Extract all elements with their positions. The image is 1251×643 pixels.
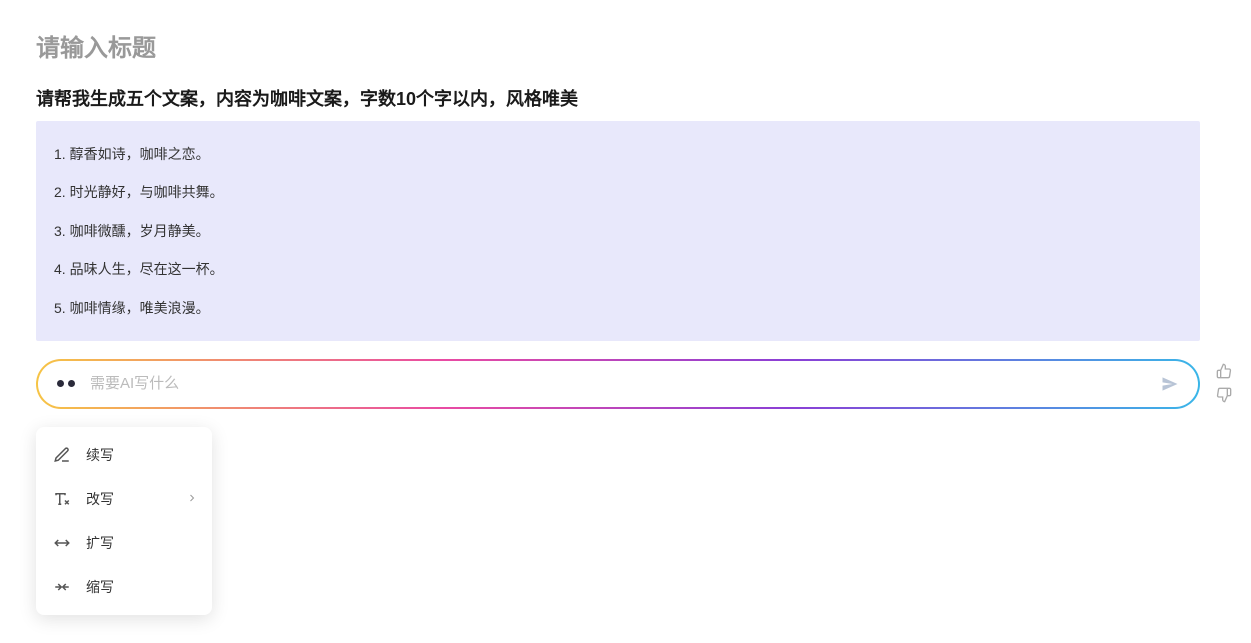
pen-edit-icon	[52, 445, 72, 465]
menu-item-continue[interactable]: 续写	[36, 433, 212, 477]
thumbs-up-button[interactable]	[1216, 363, 1234, 381]
menu-item-expand[interactable]: 扩写	[36, 521, 212, 565]
menu-item-compress[interactable]: 缩写	[36, 565, 212, 609]
menu-item-label: 扩写	[86, 533, 114, 553]
response-line: 4. 品味人生，尽在这一杯。	[54, 250, 1182, 288]
text-x-icon	[52, 489, 72, 509]
menu-item-label: 缩写	[86, 577, 114, 597]
action-menu: 续写 改写 扩写 缩写	[36, 427, 212, 615]
response-line: 3. 咖啡微醺，岁月静美。	[54, 212, 1182, 250]
menu-item-label: 改写	[86, 489, 114, 509]
thumbs-down-icon	[1216, 387, 1232, 403]
user-prompt: 请帮我生成五个文案，内容为咖啡文案，字数10个字以内，风格唯美	[36, 85, 1215, 111]
thumbs-up-icon	[1216, 363, 1232, 379]
response-line: 2. 时光静好，与咖啡共舞。	[54, 173, 1182, 211]
chevron-right-icon	[186, 491, 198, 507]
response-panel: 1. 醇香如诗，咖啡之恋。 2. 时光静好，与咖啡共舞。 3. 咖啡微醺，岁月静…	[36, 121, 1200, 341]
expand-icon	[52, 533, 72, 553]
bot-avatar-icon	[52, 374, 80, 394]
menu-item-rewrite[interactable]: 改写	[36, 477, 212, 521]
compress-icon	[52, 577, 72, 597]
response-line: 1. 醇香如诗，咖啡之恋。	[54, 135, 1182, 173]
send-button[interactable]	[1156, 370, 1184, 398]
thumbs-down-button[interactable]	[1216, 387, 1234, 405]
title-input[interactable]: 请输入标题	[36, 28, 1215, 63]
ai-input-container	[36, 359, 1200, 409]
send-icon	[1160, 374, 1180, 394]
menu-item-label: 续写	[86, 445, 114, 465]
response-line: 5. 咖啡情缘，唯美浪漫。	[54, 289, 1182, 327]
ai-prompt-input[interactable]	[90, 375, 1156, 392]
